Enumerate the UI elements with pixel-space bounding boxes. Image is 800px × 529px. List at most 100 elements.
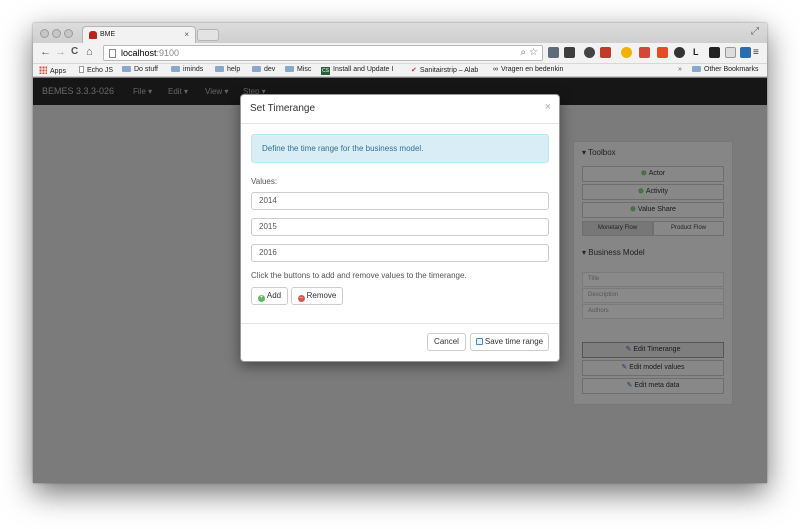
- remove-value-button[interactable]: – Remove: [291, 287, 343, 305]
- browser-toolbar: ← → C ⌂ localhost:9100 ⌕ ☆ L ≡: [33, 43, 767, 64]
- window-extension-icon[interactable]: [725, 47, 736, 58]
- reload-icon[interactable]: C: [71, 46, 78, 57]
- add-value-share-button[interactable]: ⊕ Value Share: [582, 202, 724, 218]
- monetary-flow-toggle[interactable]: Monetary Flow: [582, 221, 653, 236]
- tab-strip: BME × ⤢: [33, 23, 767, 43]
- menu-edit[interactable]: Edit ▾: [168, 87, 188, 96]
- folder-icon: [122, 66, 131, 72]
- more-bookmarks-chevron[interactable]: »: [678, 66, 682, 73]
- bookmark-misc[interactable]: Misc: [285, 66, 311, 73]
- gear-icon[interactable]: [584, 47, 595, 58]
- folder-icon: [285, 66, 294, 72]
- bookmark-dev[interactable]: dev: [252, 66, 275, 73]
- bookmark-install-update[interactable]: CS Install and Update I: [321, 66, 393, 75]
- app-brand: BEMES 3.3.3-026: [42, 86, 115, 96]
- value-input-2[interactable]: 2015: [251, 218, 549, 236]
- minimize-window-button[interactable]: [52, 29, 61, 38]
- home-icon[interactable]: ⌂: [86, 46, 93, 58]
- browser-tab[interactable]: BME ×: [82, 26, 196, 43]
- loop-icon: ∞: [493, 66, 498, 73]
- github-extension-icon[interactable]: [674, 47, 685, 58]
- description-field[interactable]: Description: [582, 288, 724, 303]
- add-actor-button[interactable]: ⊕ Actor: [582, 166, 724, 182]
- page-icon: [79, 66, 84, 73]
- edit-meta-data-button[interactable]: ✎ Edit meta data: [582, 378, 724, 394]
- screenshot-extension-icon[interactable]: [564, 47, 575, 58]
- bookmark-do-stuff[interactable]: Do stuff: [122, 66, 158, 73]
- bookmark-help[interactable]: help: [215, 66, 240, 73]
- tab-close-icon[interactable]: ×: [184, 30, 189, 39]
- plus-icon: ⊕: [630, 206, 636, 213]
- jetbrains-extension-icon[interactable]: [740, 47, 751, 58]
- close-icon[interactable]: ×: [545, 101, 551, 113]
- browser-window: BME × ⤢ ← → C ⌂ localhost:9100 ⌕ ☆ L ≡ A…: [33, 23, 767, 483]
- cs-badge-icon: CS: [321, 67, 330, 75]
- new-tab-button[interactable]: [197, 29, 219, 41]
- modal-title: Set Timerange: [250, 103, 316, 114]
- modal-header: Set Timerange ×: [241, 95, 559, 124]
- folder-icon: [252, 66, 261, 72]
- menu-file[interactable]: File ▾: [133, 87, 152, 96]
- address-bar[interactable]: localhost:9100 ⌕ ☆: [103, 45, 543, 61]
- checkmark-icon: ✔: [411, 67, 417, 74]
- save-time-range-button[interactable]: Save time range: [470, 333, 549, 351]
- bookmark-apps[interactable]: Apps: [39, 66, 66, 75]
- hint-text: Click the buttons to add and remove valu…: [251, 271, 467, 280]
- add-activity-button[interactable]: ⊕ Activity: [582, 184, 724, 200]
- authors-field[interactable]: Authors: [582, 304, 724, 319]
- set-timerange-modal: Set Timerange × Define the time range fo…: [240, 94, 560, 362]
- search-icon[interactable]: ⌕: [520, 47, 526, 58]
- back-icon[interactable]: ←: [40, 46, 51, 58]
- close-window-button[interactable]: [40, 29, 49, 38]
- l-extension-icon[interactable]: L: [693, 47, 704, 58]
- feed-extension-icon[interactable]: [600, 47, 611, 58]
- modal-footer-divider: [241, 323, 559, 324]
- save-icon: [475, 337, 483, 345]
- product-flow-toggle[interactable]: Product Flow: [653, 221, 724, 236]
- fullscreen-icon[interactable]: ⤢: [751, 26, 759, 37]
- bookmark-sanitairstrip[interactable]: ✔ Sanitairstrip – Alab: [411, 66, 478, 74]
- folder-icon: [171, 66, 180, 72]
- info-alert: Define the time range for the business m…: [251, 134, 549, 163]
- value-input-3[interactable]: 2016: [251, 244, 549, 262]
- star-icon[interactable]: ☆: [529, 47, 538, 58]
- value-input-1[interactable]: 2014: [251, 192, 549, 210]
- edit-model-values-button[interactable]: ✎ Edit model values: [582, 360, 724, 376]
- toolbox-heading[interactable]: ▾ Toolbox: [582, 148, 616, 157]
- values-label: Values:: [251, 177, 278, 186]
- url-text: localhost:9100: [121, 48, 180, 58]
- bookmarks-bar: Apps Echo JS Do stuff iminds help dev Mi…: [33, 64, 767, 77]
- bookmark-echo-js[interactable]: Echo JS: [79, 66, 113, 74]
- title-field[interactable]: Title: [582, 272, 724, 287]
- menu-icon[interactable]: ≡: [753, 47, 764, 58]
- forward-icon[interactable]: →: [55, 46, 66, 58]
- side-panel: ▾ Toolbox ⊕ Actor ⊕ Activity ⊕ Value Share …: [573, 141, 733, 405]
- edit-timerange-button[interactable]: ✎ Edit Timerange: [582, 342, 724, 358]
- zoom-window-button[interactable]: [64, 29, 73, 38]
- pencil-icon: ✎: [626, 382, 633, 389]
- plus-icon: ⊕: [637, 188, 644, 195]
- tab-title: BME: [100, 31, 116, 38]
- add-value-button[interactable]: + Add: [251, 287, 288, 305]
- lastpass-extension-icon[interactable]: [657, 47, 668, 58]
- bookmark-vragen[interactable]: ∞ Vragen en bedenkin: [493, 66, 563, 73]
- folder-icon: [215, 66, 224, 72]
- folder-icon: [692, 66, 701, 72]
- terminal-extension-icon[interactable]: [709, 47, 720, 58]
- pencil-icon: ✎: [625, 346, 632, 353]
- plus-circle-icon: +: [257, 294, 265, 302]
- hat-favicon-icon: [89, 31, 97, 39]
- menu-view[interactable]: View ▾: [205, 87, 228, 96]
- pocket-extension-icon[interactable]: [548, 47, 559, 58]
- pencil-icon: ✎: [621, 364, 628, 371]
- business-model-heading[interactable]: ▾ Business Model: [582, 248, 645, 257]
- emoji-extension-icon[interactable]: [621, 47, 632, 58]
- apps-grid-icon: [39, 66, 47, 74]
- plus-icon: ⊕: [640, 170, 647, 177]
- bookmark-other[interactable]: Other Bookmarks: [692, 66, 758, 73]
- page-icon: [109, 49, 116, 58]
- gmail-extension-icon[interactable]: [639, 47, 650, 58]
- bookmark-iminds[interactable]: iminds: [171, 66, 203, 73]
- minus-circle-icon: –: [297, 294, 305, 302]
- cancel-button[interactable]: Cancel: [427, 333, 466, 351]
